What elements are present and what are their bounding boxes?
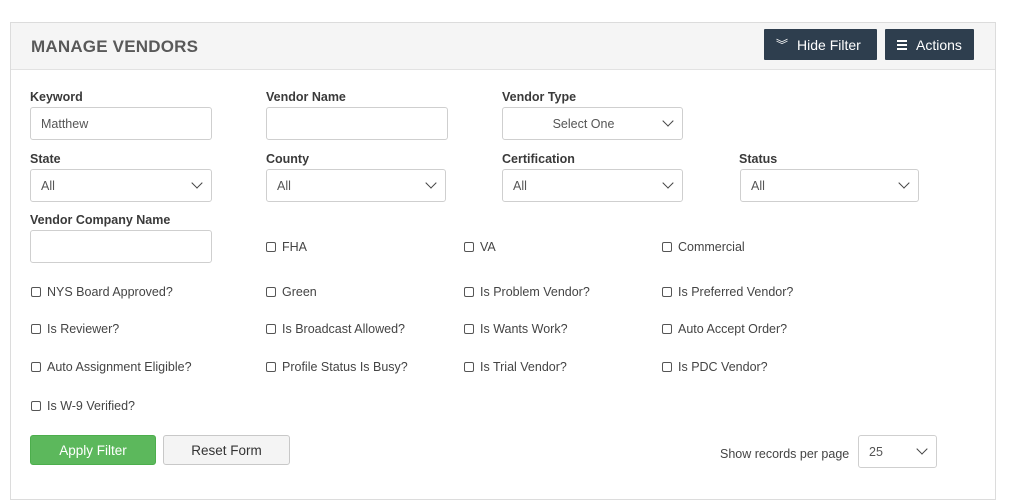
state-value: All (41, 178, 55, 193)
checkbox-label: Is Problem Vendor? (480, 285, 590, 299)
checkbox-is-trial-vendor[interactable]: Is Trial Vendor? (464, 360, 567, 374)
chevron-down-icon (662, 177, 674, 189)
checkbox-box[interactable] (464, 287, 474, 297)
hide-filter-label: Hide Filter (797, 36, 861, 53)
checkbox-label: Is Broadcast Allowed? (282, 322, 405, 336)
checkbox-is-wants-work[interactable]: Is Wants Work? (464, 322, 568, 336)
chevron-down-icon (916, 443, 928, 455)
certification-select[interactable]: All (502, 169, 683, 202)
records-per-page-select[interactable]: 25 (858, 435, 937, 468)
checkbox-box[interactable] (662, 324, 672, 334)
status-select[interactable]: All (740, 169, 919, 202)
checkbox-auto-assignment-eligible[interactable]: Auto Assignment Eligible? (31, 360, 192, 374)
checkbox-label: Is Trial Vendor? (480, 360, 567, 374)
keyword-value: Matthew (41, 116, 89, 131)
vendor-type-select[interactable]: Select One (502, 107, 683, 140)
checkbox-nys-board-approved[interactable]: NYS Board Approved? (31, 285, 173, 299)
checkbox-label: VA (480, 240, 496, 254)
checkbox-label: Auto Accept Order? (678, 322, 788, 336)
checkbox-label: Is W-9 Verified? (47, 399, 136, 413)
actions-label: Actions (916, 36, 962, 53)
checkbox-box[interactable] (266, 242, 276, 252)
checkbox-fha[interactable]: FHA (266, 240, 307, 254)
state-label: State (30, 152, 61, 166)
checkbox-box[interactable] (31, 324, 41, 334)
checkbox-box[interactable] (266, 324, 276, 334)
vendor-name-input[interactable] (266, 107, 448, 140)
checkbox-box[interactable] (31, 287, 41, 297)
checkbox-box[interactable] (266, 287, 276, 297)
checkbox-label: FHA (282, 240, 307, 254)
chevron-down-icon (425, 177, 437, 189)
checkbox-box[interactable] (464, 324, 474, 334)
checkbox-label: Profile Status Is Busy? (282, 360, 408, 374)
checkbox-label: Is Wants Work? (480, 322, 568, 336)
checkbox-is-pdc-vendor[interactable]: Is PDC Vendor? (662, 360, 768, 374)
keyword-label: Keyword (30, 90, 83, 104)
checkbox-is-problem-vendor[interactable]: Is Problem Vendor? (464, 285, 590, 299)
state-select[interactable]: All (30, 169, 212, 202)
status-value: All (751, 178, 765, 193)
checkbox-is-reviewer[interactable]: Is Reviewer? (31, 322, 119, 336)
checkbox-is-broadcast-allowed[interactable]: Is Broadcast Allowed? (266, 322, 405, 336)
checkbox-label: NYS Board Approved? (47, 285, 173, 299)
vendor-company-name-input[interactable] (30, 230, 212, 263)
certification-label: Certification (502, 152, 575, 166)
vendor-type-label: Vendor Type (502, 90, 577, 104)
checkbox-box[interactable] (662, 287, 672, 297)
chevron-down-icon (898, 177, 910, 189)
checkbox-va[interactable]: VA (464, 240, 496, 254)
certification-value: All (513, 178, 527, 193)
checkbox-commercial[interactable]: Commercial (662, 240, 745, 254)
reset-form-label: Reset Form (191, 442, 262, 458)
checkbox-box[interactable] (464, 242, 474, 252)
hamburger-icon (897, 38, 907, 52)
checkbox-label: Auto Assignment Eligible? (47, 360, 192, 374)
checkbox-profile-status-is-busy[interactable]: Profile Status Is Busy? (266, 360, 408, 374)
checkbox-label: Is Reviewer? (47, 322, 120, 336)
status-label: Status (739, 152, 778, 166)
checkbox-is-preferred-vendor[interactable]: Is Preferred Vendor? (662, 285, 793, 299)
actions-button[interactable]: Actions (885, 29, 974, 60)
checkbox-box[interactable] (31, 401, 41, 411)
checkbox-label: Is PDC Vendor? (678, 360, 768, 374)
checkbox-box[interactable] (662, 242, 672, 252)
apply-filter-label: Apply Filter (59, 442, 127, 458)
double-chevron-down-icon: ︾ (776, 38, 789, 52)
checkbox-green[interactable]: Green (266, 285, 317, 299)
manage-vendors-panel: MANAGE VENDORS ︾ Hide Filter Actions Key… (10, 22, 996, 500)
vendor-name-label: Vendor Name (266, 90, 346, 104)
checkbox-box[interactable] (464, 362, 474, 372)
vendor-type-value: Select One (552, 116, 615, 131)
keyword-input[interactable]: Matthew (30, 107, 212, 140)
checkbox-label: Is Preferred Vendor? (678, 285, 794, 299)
checkbox-box[interactable] (266, 362, 276, 372)
records-per-page-label: Show records per page (720, 447, 850, 461)
checkbox-is-w9-verified[interactable]: Is W-9 Verified? (31, 399, 135, 413)
chevron-down-icon (662, 115, 674, 127)
county-value: All (277, 178, 291, 193)
apply-filter-button[interactable]: Apply Filter (30, 435, 156, 465)
checkbox-label: Commercial (678, 240, 745, 254)
county-select[interactable]: All (266, 169, 446, 202)
county-label: County (266, 152, 310, 166)
panel-header: MANAGE VENDORS ︾ Hide Filter Actions (11, 23, 995, 70)
checkbox-label: Green (282, 285, 317, 299)
vendor-company-name-label: Vendor Company Name (30, 213, 171, 227)
hide-filter-button[interactable]: ︾ Hide Filter (764, 29, 877, 60)
page-title: MANAGE VENDORS (31, 37, 199, 56)
checkbox-box[interactable] (662, 362, 672, 372)
reset-form-button[interactable]: Reset Form (163, 435, 290, 465)
records-per-page-value: 25 (869, 444, 883, 459)
checkbox-auto-accept-order[interactable]: Auto Accept Order? (662, 322, 787, 336)
checkbox-box[interactable] (31, 362, 41, 372)
chevron-down-icon (191, 177, 203, 189)
